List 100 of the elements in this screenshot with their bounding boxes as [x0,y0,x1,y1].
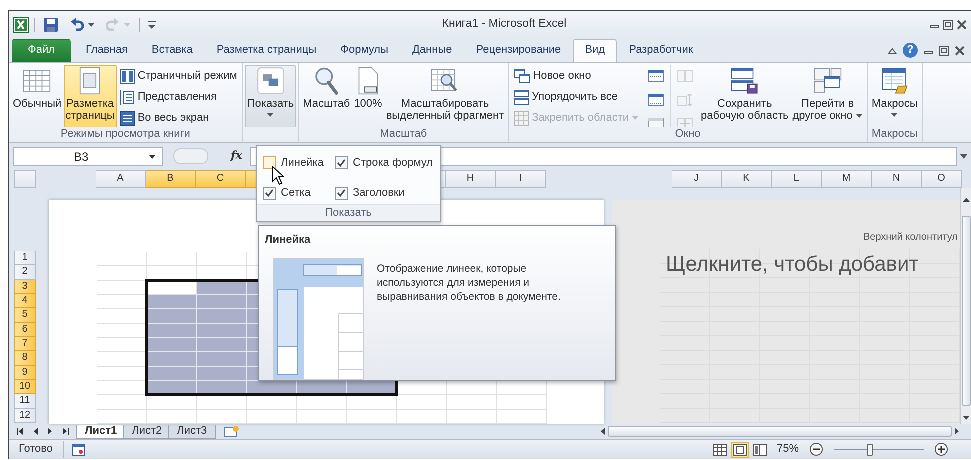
checkbox[interactable] [263,156,276,170]
checkbox[interactable] [335,186,348,200]
header-prompt[interactable]: Щелкните, чтобы добавит [666,253,960,277]
sheet-cell[interactable] [197,338,247,352]
column-header[interactable]: B [146,170,196,188]
ribbon-button[interactable]: Упорядочить все [511,87,642,107]
sheet-cell[interactable] [197,366,247,381]
sheet-cell[interactable] [447,395,497,410]
ribbon-button[interactable]: Перейти в другое окно [790,65,865,127]
sheet-cell[interactable] [247,352,259,367]
column-header[interactable]: K [722,170,772,188]
ribbon-button[interactable]: Масштабировать выделенный фрагмент [384,65,506,127]
ribbon-tab[interactable]: Рецензирование [464,39,574,62]
row-header[interactable]: 9 [14,366,36,380]
sheet-cell[interactable] [147,294,197,310]
sheet-cell[interactable] [497,395,547,410]
view-button[interactable] [710,442,729,458]
zoom-out-button[interactable] [807,440,826,459]
ribbon-button[interactable]: Представления [116,87,240,107]
row-header[interactable]: 2 [14,265,36,280]
ribbon-button[interactable]: Сохранить рабочую область [699,65,791,127]
sheet-cell[interactable] [147,395,197,410]
vertical-scrollbar[interactable] [960,188,971,424]
ribbon-button[interactable]: 100% [352,65,384,127]
view-button[interactable] [730,442,749,458]
checkbox-option[interactable]: Линейка [263,152,335,174]
name-box[interactable]: B3 [13,147,163,166]
row-header[interactable]: 1 [14,251,36,266]
row-header[interactable]: 4 [14,294,36,308]
ribbon-tab[interactable]: Главная [74,39,140,62]
ribbon-tab[interactable]: Разметка страницы [204,39,329,62]
column-header[interactable]: J [672,170,722,188]
sheet-cell[interactable] [197,352,247,367]
sheet-cell[interactable] [97,395,147,410]
column-header[interactable]: L [772,170,822,188]
sheet-cell[interactable] [97,266,147,281]
checkbox[interactable] [263,186,276,200]
ribbon-tab[interactable]: Вид [573,39,618,62]
zoom-in-button[interactable] [932,440,951,459]
ribbon-button[interactable]: Во весь экран [116,108,240,127]
column-header[interactable]: H [446,170,496,188]
checkbox-option[interactable]: Сетка [263,182,335,204]
sheet-cell[interactable] [247,395,297,410]
header-placeholder[interactable]: Верхний колонтитул [660,230,960,245]
column-header[interactable]: C [196,170,246,188]
sheet-cell[interactable] [147,366,197,381]
ribbon-tab[interactable]: Вставка [140,39,205,62]
row-header[interactable]: 5 [14,308,36,323]
ribbon-tab[interactable]: Формулы [328,39,400,62]
sheet-cell[interactable] [147,309,197,324]
ribbon-tab[interactable]: Разработчик [617,39,706,62]
sheet-cell[interactable] [197,395,247,410]
sheet-cell[interactable] [297,395,347,410]
checkbox-option[interactable]: Заголовки [335,182,440,204]
ribbon-button[interactable]: Новое окно [511,66,642,86]
sheet-cell[interactable] [397,395,447,410]
row-header[interactable]: 6 [14,322,36,337]
row-header[interactable]: 8 [14,351,36,366]
sheet-cell[interactable] [197,252,247,266]
ribbon-button[interactable]: Разметка страницы [64,65,117,127]
row-header[interactable]: 7 [14,336,36,352]
column-header[interactable]: A [96,170,146,188]
sheet-cell[interactable] [197,324,247,338]
sheet-cell[interactable] [197,294,247,310]
sheet-cell[interactable] [147,338,197,352]
menu-label: Показать [257,204,440,221]
sheet-cell[interactable] [147,324,197,338]
sheet-cell[interactable] [147,252,197,266]
zoom-level[interactable]: 75% [776,441,799,458]
column-header[interactable]: N [872,170,922,188]
row-header[interactable]: 3 [14,280,36,294]
column-header[interactable]: O [922,170,962,188]
file-tab[interactable]: Файл [12,39,72,62]
view-button[interactable] [750,442,769,458]
zoom-slider-thumb[interactable] [867,444,873,456]
ribbon-tab[interactable]: Данные [400,39,464,62]
sheet-cell[interactable] [247,309,259,324]
ribbon-button[interactable]: Обычный [11,65,64,127]
sheet-tab[interactable]: Лист3 [168,424,216,438]
sheet-cell[interactable] [347,395,397,410]
sheet-cell[interactable] [197,309,247,324]
row-header[interactable]: 12 [14,408,36,423]
insert-function-button[interactable]: fx [223,148,250,165]
ribbon-button[interactable]: Масштаб [301,65,352,127]
column-header[interactable]: I [496,170,546,188]
row-header[interactable]: 10 [14,380,36,394]
ribbon-button[interactable]: Страничный режим [116,66,240,86]
select-all-button[interactable] [14,170,36,188]
help-button[interactable]: ? [903,43,918,58]
sheet-cell[interactable] [147,352,197,367]
ribbon-button[interactable]: Показать [245,65,296,127]
column-header[interactable]: M [822,170,872,188]
checkbox-option[interactable]: Строка формул [335,152,440,174]
check-icon [337,189,346,198]
row-header[interactable]: 11 [14,394,36,409]
sheet-cell[interactable] [97,252,147,266]
tooltip-text: Отображение линеек, которые используются для измерения и выравнивания объектов в документе. [377,262,562,304]
page-break-view-icon [752,444,767,456]
checkbox[interactable] [335,156,348,170]
ribbon-button[interactable]: Макросы [870,65,920,127]
